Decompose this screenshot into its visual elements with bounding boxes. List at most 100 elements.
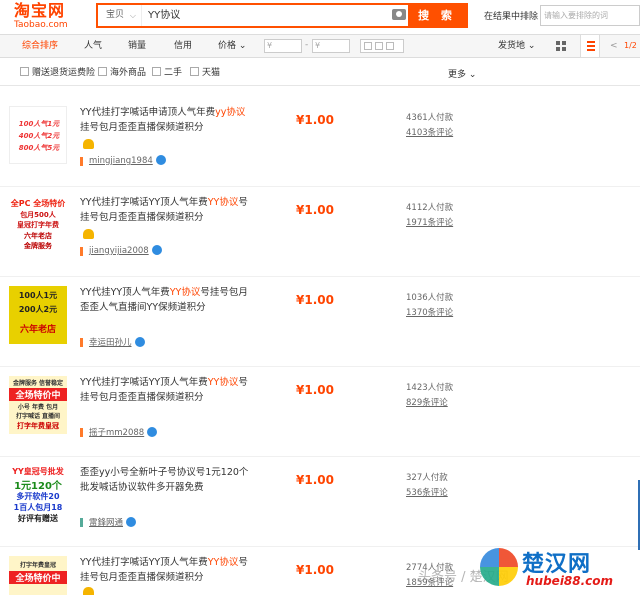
filter-free-return[interactable]: 赠送退货运费险	[20, 67, 95, 79]
title-keyword: yy协议	[215, 107, 246, 118]
more-filters[interactable]: 更多 ⌄	[448, 67, 476, 80]
list-item[interactable]: YY皇冠号批发 1元120个 多开软件20 1百人包月18 好评有赠送 歪歪yy…	[0, 457, 640, 547]
checkbox[interactable]	[190, 67, 199, 76]
product-thumbnail[interactable]: 金牌服务 信誉稳定 全场特价中 小号 年费 包月 打字喊话 直播间 打字年费皇冠	[9, 376, 67, 434]
toggle-segment	[364, 42, 372, 50]
product-title[interactable]: YY代挂打字喊话YY顶人气年费YY协议号挂号包月歪歪直播保频道积分	[80, 555, 250, 585]
chevron-down-icon: ⌄	[527, 41, 536, 51]
list-view-icon[interactable]	[580, 35, 600, 57]
seller-marker	[80, 428, 83, 437]
thumb-line: 金牌服务 信誉稳定	[12, 380, 64, 387]
chevron-down-icon: ⌄	[468, 70, 477, 80]
seller-link[interactable]: 雷鋒网通	[89, 516, 137, 528]
seller-name: 摇子mm2088	[89, 428, 145, 438]
ship-from-select[interactable]: 发货地 ⌄	[498, 35, 535, 57]
search-button[interactable]: 搜 索	[408, 5, 466, 26]
seller-link[interactable]: 摇子mm2088	[89, 426, 158, 438]
product-title[interactable]: YY代挂打字喊话YY顶人气年费YY协议号挂号包月歪歪直播保频道积分	[80, 375, 250, 405]
thumb-line: 800人气5元	[18, 144, 60, 152]
search-scope-select[interactable]: 宝贝 ⌵	[98, 5, 142, 26]
grid-view-icon[interactable]	[556, 41, 566, 51]
thumb-line: 100人气1元	[18, 120, 60, 128]
product-thumbnail[interactable]: 全PC 全场特价 包月500人 皇冠打字年费 六年老店 金牌服务	[9, 196, 67, 254]
product-title[interactable]: 歪歪yy小号全新叶子号协议号1元120个批发喊话协议软件多开器免费	[80, 465, 250, 495]
seller-link[interactable]: jiangyijia2008	[89, 245, 162, 256]
title-text: YY代挂打字喊话YY顶人气年费	[80, 197, 208, 208]
sort-price[interactable]: 价格 ⌄	[218, 35, 246, 57]
sort-sales[interactable]: 销量	[128, 35, 146, 57]
review-count[interactable]: 4103条评论	[406, 126, 453, 138]
thumb-line: 全场特价中	[9, 388, 67, 401]
review-count[interactable]: 536条评论	[406, 486, 448, 498]
title-text: 挂号包月歪歪直播保频道积分	[80, 122, 204, 133]
buyer-count: 4112人付款	[406, 203, 454, 213]
seller-link[interactable]: mingjiang1984	[89, 155, 166, 166]
filter-overseas[interactable]: 海外商品	[98, 67, 146, 79]
review-count[interactable]: 1370条评论	[406, 306, 453, 318]
camera-icon[interactable]	[392, 9, 406, 20]
checkbox[interactable]	[152, 67, 161, 76]
thumb-line: 全PC 全场特价	[10, 199, 66, 208]
header: 淘宝网 Taobao.com 宝贝 ⌵ YY协议 搜 索 在结果中排除 请输入要…	[0, 0, 640, 34]
review-count[interactable]: 829条评论	[406, 396, 448, 408]
thumb-line: 打字年费皇冠	[17, 422, 59, 430]
buyer-count: 4361人付款	[406, 113, 454, 123]
taobao-logo[interactable]: 淘宝网 Taobao.com	[14, 2, 84, 32]
price-confirm-toggle[interactable]	[360, 39, 404, 53]
ship-from-label: 发货地	[498, 41, 526, 51]
sort-default[interactable]: 综合排序	[22, 35, 58, 57]
product-title[interactable]: YY代挂打字喊话YY顶人气年费YY协议号挂号包月歪歪直播保频道积分	[80, 195, 250, 225]
filter-label: 二手	[164, 68, 183, 78]
exclude-input[interactable]: 请输入要排除的词	[540, 5, 640, 26]
pager-prev-icon[interactable]: <	[610, 35, 618, 57]
exclude-label: 在结果中排除	[484, 12, 539, 22]
buyer-count: 1423人付款	[406, 383, 454, 393]
thumb-line: 多开软件20	[16, 492, 60, 501]
sort-popularity[interactable]: 人气	[84, 35, 102, 57]
thumb-line: YY皇冠号批发	[12, 467, 64, 476]
search-box: 宝贝 ⌵ YY协议 搜 索	[96, 3, 468, 28]
seller-link[interactable]: 幸运田孙儿	[89, 336, 145, 348]
title-text: YY代挂打字喊话申请顶人气年费	[80, 107, 216, 118]
filter-tmall[interactable]: 天猫	[190, 67, 220, 79]
checkbox[interactable]	[20, 67, 29, 76]
watermark-domain: hubei88.com	[526, 574, 614, 588]
review-count[interactable]: 1971条评论	[406, 216, 453, 228]
product-thumbnail[interactable]: 100人1元 200人2元 六年老店	[9, 286, 67, 344]
product-thumbnail[interactable]: 打字年费皇冠 全场特价中	[9, 556, 67, 595]
seller-name: mingjiang1984	[89, 156, 153, 166]
search-input[interactable]: YY协议	[144, 5, 404, 26]
price-min-input[interactable]: ¥	[264, 39, 302, 53]
filter-second-hand[interactable]: 二手	[152, 67, 182, 79]
list-item[interactable]: 金牌服务 信誉稳定 全场特价中 小号 年费 包月 打字喊话 直播间 打字年费皇冠…	[0, 367, 640, 457]
product-thumbnail[interactable]: 100人气1元 400人气2元 800人气5元	[9, 106, 67, 164]
toggle-segment	[375, 42, 383, 50]
product-thumbnail[interactable]: YY皇冠号批发 1元120个 多开软件20 1百人包月18 好评有赠送	[9, 466, 67, 524]
wangwang-icon[interactable]	[151, 245, 162, 255]
title-text: 歪歪yy小号全新叶子号协议号1元120个批发喊话协议软件多开器免费	[80, 467, 249, 493]
product-title[interactable]: YY代挂YY顶人气年费YY协议号挂号包月歪歪人气直播间YY保频道积分	[80, 285, 250, 315]
seller-marker	[80, 518, 83, 527]
wangwang-icon[interactable]	[134, 337, 145, 347]
filter-label: 天猫	[202, 68, 221, 78]
more-label: 更多	[448, 70, 467, 80]
wangwang-icon[interactable]	[126, 517, 137, 527]
wangwang-icon[interactable]	[155, 155, 166, 165]
thumb-line: 小号 年费 包月	[17, 404, 59, 411]
list-item[interactable]: 100人1元 200人2元 六年老店 YY代挂YY顶人气年费YY协议号挂号包月歪…	[0, 277, 640, 367]
thumb-line: 好评有赠送	[18, 514, 58, 523]
thumb-line: 打字年费皇冠	[19, 562, 56, 569]
sort-credit[interactable]: 信用	[174, 35, 192, 57]
checkbox[interactable]	[98, 67, 107, 76]
wangwang-icon[interactable]	[147, 427, 158, 437]
crown-icon	[83, 587, 94, 595]
product-title[interactable]: YY代挂打字喊话申请顶人气年费yy协议挂号包月歪歪直播保频道积分	[80, 105, 250, 135]
crown-icon	[83, 229, 94, 239]
thumb-line: 六年老店	[19, 325, 56, 335]
price-max-input[interactable]: ¥	[312, 39, 350, 53]
list-item[interactable]: 全PC 全场特价 包月500人 皇冠打字年费 六年老店 金牌服务 YY代挂打字喊…	[0, 187, 640, 277]
thumb-line: 皇冠打字年费	[17, 221, 59, 229]
price: ¥1.00	[296, 563, 334, 577]
seller-name: jiangyijia2008	[89, 246, 149, 256]
list-item[interactable]: 100人气1元 400人气2元 800人气5元 YY代挂打字喊话申请顶人气年费y…	[0, 97, 640, 187]
